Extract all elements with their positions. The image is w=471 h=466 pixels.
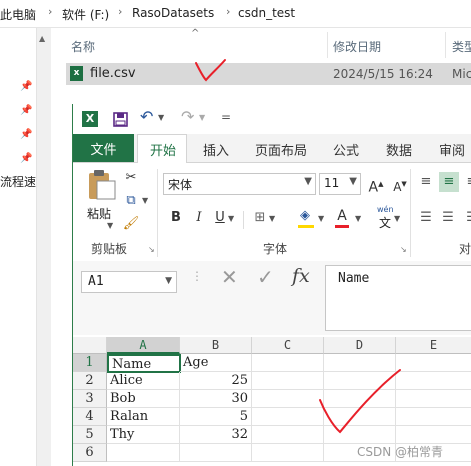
checkmark-top (195, 59, 226, 82)
watermark: CSDN @柏常青 (357, 445, 444, 459)
annotation-checkmarks (195, 59, 401, 434)
checkmark-bottom (319, 369, 401, 434)
